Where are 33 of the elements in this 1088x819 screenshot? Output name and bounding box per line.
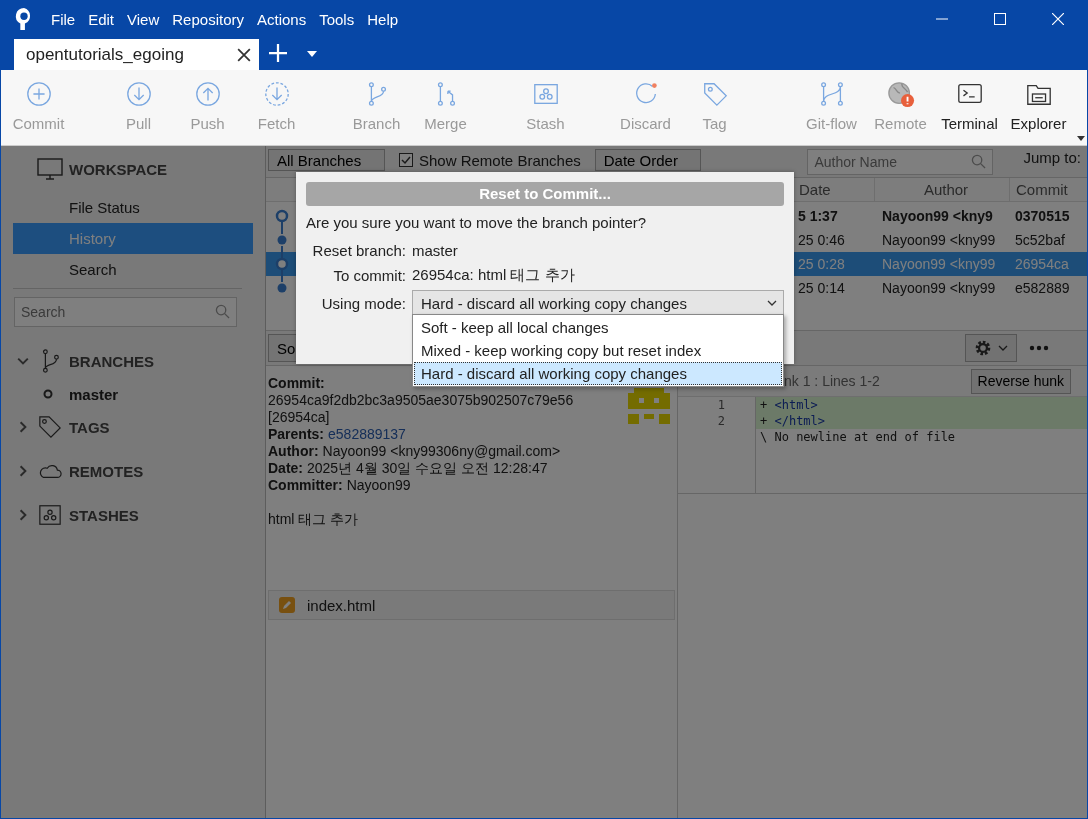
author-cell-text: Nayoon99 <kny99 (881, 232, 997, 248)
commit-cell-text: 26954ca (1014, 256, 1070, 272)
dialog-question: Are you sure you want to move the branch pointer? (306, 214, 648, 233)
dialog-title: Reset to Commit... (306, 182, 784, 206)
field-label: Reset branch: (311, 242, 406, 259)
branch-name: master (69, 385, 119, 403)
date-cell-text: 5 1:37 (797, 208, 839, 224)
author-cell-text: Nayoon99 <kny99 (881, 256, 997, 272)
commit-cell-text: 0370515 (1014, 208, 1071, 224)
date-cell-text: 25 0:14 (797, 280, 846, 296)
field-value: 26954ca: html 태그 추가 (412, 266, 575, 285)
hunk-header: nk 1 : Lines 1-2 (784, 373, 881, 389)
commit-cell-text: e582889 (1014, 280, 1071, 296)
commit-hash: 26954ca9f2db2bc3a9505ae3075b902507c79e56 (268, 392, 575, 409)
commit-cell-text: 5c52baf (1014, 232, 1066, 248)
field-label: Date: (268, 460, 303, 476)
author-cell-text: Nayoon99 <kny99 (881, 280, 997, 296)
date-cell-text: 25 0:46 (797, 232, 846, 248)
commit-short-hash: [26954ca] (268, 409, 331, 426)
commit-message: html 태그 추가 (268, 511, 360, 529)
date-cell-text: 25 0:28 (797, 256, 846, 272)
author-cell-text: Nayoon99 <kny9 (881, 208, 994, 224)
field-label: To commit: (332, 267, 406, 284)
section-title: WORKSPACE (69, 160, 168, 178)
field-label: Parents: (268, 426, 325, 442)
jump-to-label: Jump to: (1023, 149, 1081, 166)
code-line: \ No newline at end of file (759, 429, 957, 445)
field-value: master (412, 242, 458, 259)
field-value: Nayoon99 (346, 477, 411, 493)
field-label: Committer: (268, 477, 343, 493)
field-label: Author: (268, 443, 319, 459)
field-label: Commit: (268, 375, 325, 391)
field-label: Using mode: (320, 294, 406, 312)
